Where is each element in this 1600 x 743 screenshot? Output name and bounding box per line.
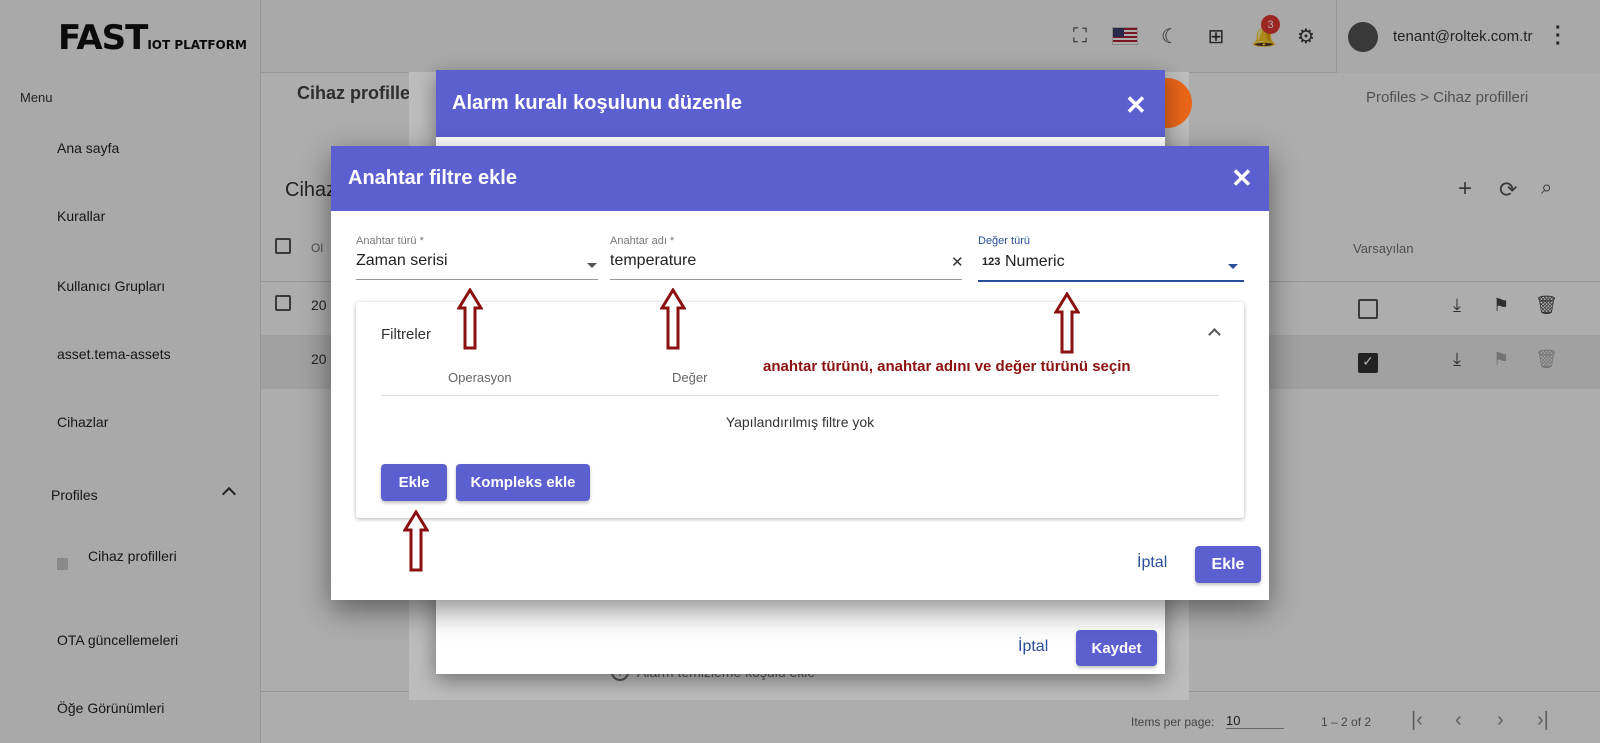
- key-type-label: Anahtar türü *: [356, 235, 424, 247]
- empty-filters-text: Yapılandırılmış filtre yok: [725, 414, 875, 430]
- add-filter-button[interactable]: Ekle: [381, 464, 447, 501]
- value-type-underline: [978, 280, 1244, 282]
- dialog-title: Alarm kuralı koşulunu düzenle: [436, 70, 1165, 137]
- key-name-underline: [610, 279, 962, 280]
- key-type-select[interactable]: Zaman serisi: [356, 252, 448, 270]
- value-type-select[interactable]: Numeric: [1005, 253, 1065, 271]
- column-operation: Operasyon: [448, 370, 512, 385]
- column-value: Değer: [672, 370, 708, 385]
- key-name-input[interactable]: temperature: [610, 252, 696, 270]
- add-complex-filter-button[interactable]: Kompleks ekle: [456, 464, 590, 501]
- chevron-up-icon[interactable]: [1208, 328, 1221, 341]
- cancel-button[interactable]: İptal: [1137, 554, 1167, 572]
- numeric-123-icon: 123: [982, 256, 1001, 268]
- key-name-label: Anahtar adı *: [610, 235, 675, 247]
- dropdown-arrow-icon[interactable]: [1228, 264, 1238, 269]
- close-icon[interactable]: ✕: [1231, 165, 1253, 191]
- close-icon[interactable]: ✕: [1125, 92, 1147, 118]
- annotation-arrow-up-icon: [1054, 292, 1080, 354]
- filters-panel: Filtreler Operasyon Değer Yapılandırılmı…: [356, 302, 1244, 518]
- dialog-title: Anahtar filtre ekle: [331, 146, 1269, 211]
- annotation-arrow-up-icon: [660, 288, 686, 350]
- clear-icon[interactable]: ✕: [951, 253, 964, 271]
- key-type-underline: [356, 279, 598, 280]
- annotation-arrow-up-icon: [403, 510, 429, 572]
- filters-title: Filtreler: [381, 326, 432, 343]
- instruction-annotation: anahtar türünü, anahtar adını ve değer t…: [763, 358, 1131, 375]
- dropdown-arrow-icon[interactable]: [587, 263, 597, 268]
- cancel-button[interactable]: İptal: [1018, 638, 1048, 656]
- save-button[interactable]: Kaydet: [1076, 630, 1157, 666]
- add-button[interactable]: Ekle: [1195, 546, 1261, 583]
- annotation-arrow-up-icon: [457, 288, 483, 350]
- value-type-label: Değer türü: [978, 235, 1030, 247]
